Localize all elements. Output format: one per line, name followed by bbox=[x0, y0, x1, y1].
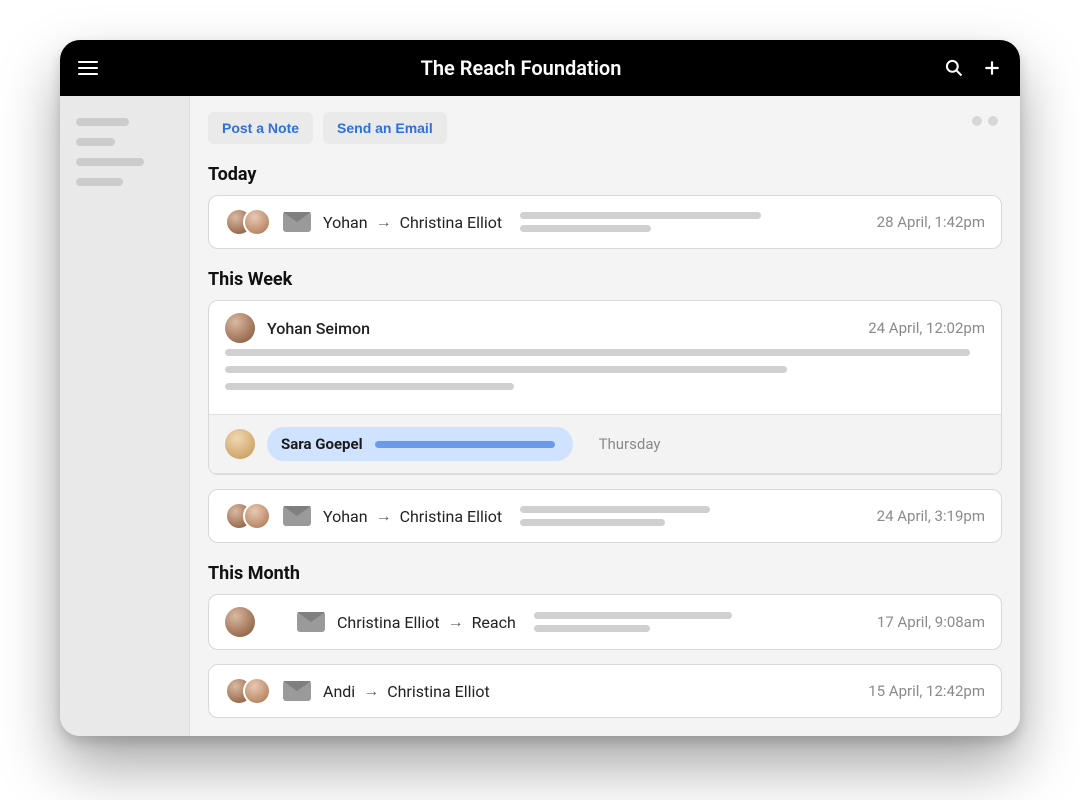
arrow-icon: → bbox=[376, 506, 392, 526]
note-author: Yohan Seimon bbox=[267, 319, 370, 338]
menu-icon[interactable] bbox=[76, 56, 100, 80]
avatar bbox=[225, 208, 271, 236]
search-icon[interactable] bbox=[942, 56, 966, 80]
feed-card[interactable]: Christina Elliot → Reach 17 April, 9:08a… bbox=[208, 594, 1002, 650]
arrow-icon: → bbox=[448, 612, 464, 632]
email-to: Christina Elliot bbox=[400, 507, 503, 526]
email-from: Yohan bbox=[323, 507, 368, 526]
email-to: Christina Elliot bbox=[387, 682, 490, 701]
post-note-button[interactable]: Post a Note bbox=[208, 112, 313, 144]
section-header-today: Today bbox=[208, 164, 1002, 185]
timestamp: 15 April, 12:42pm bbox=[868, 682, 985, 700]
app-window: The Reach Foundation Post a Note Send an… bbox=[60, 40, 1020, 736]
avatar bbox=[225, 607, 255, 637]
email-icon bbox=[283, 506, 311, 526]
timestamp: Thursday bbox=[599, 435, 661, 453]
email-to: Reach bbox=[472, 613, 516, 632]
avatar bbox=[225, 677, 271, 705]
note-body bbox=[209, 349, 1001, 414]
email-icon bbox=[283, 212, 311, 232]
avatar bbox=[225, 502, 271, 530]
email-from: Yohan bbox=[323, 213, 368, 232]
section-header-month: This Month bbox=[208, 563, 1002, 584]
activity-feed: Post a Note Send an Email Today Yohan → … bbox=[190, 96, 1020, 736]
feed-card[interactable]: Yohan → Christina Elliot 28 April, 1:42p… bbox=[208, 195, 1002, 249]
add-icon[interactable] bbox=[980, 56, 1004, 80]
section-header-week: This Week bbox=[208, 269, 1002, 290]
arrow-icon: → bbox=[363, 681, 379, 701]
feed-card[interactable]: Yohan Seimon 24 April, 12:02pm Sara Goep… bbox=[208, 300, 1002, 475]
email-to: Christina Elliot bbox=[400, 213, 503, 232]
email-from: Christina Elliot bbox=[337, 613, 440, 632]
timestamp: 17 April, 9:08am bbox=[877, 613, 985, 631]
timestamp: 24 April, 12:02pm bbox=[868, 319, 985, 337]
email-preview bbox=[520, 212, 865, 232]
avatar bbox=[225, 313, 255, 343]
more-icon[interactable] bbox=[972, 116, 998, 126]
timestamp: 28 April, 1:42pm bbox=[877, 213, 985, 231]
email-preview bbox=[534, 612, 865, 632]
email-icon bbox=[283, 681, 311, 701]
avatar bbox=[225, 429, 255, 459]
feed-card[interactable]: Andi → Christina Elliot 15 April, 12:42p… bbox=[208, 664, 1002, 718]
email-icon bbox=[297, 612, 325, 632]
sidebar bbox=[60, 96, 190, 736]
timestamp: 24 April, 3:19pm bbox=[877, 507, 985, 525]
reply-author: Sara Goepel bbox=[281, 435, 363, 453]
note-reply[interactable]: Sara Goepel Thursday bbox=[209, 414, 1001, 474]
feed-card[interactable]: Yohan → Christina Elliot 24 April, 3:19p… bbox=[208, 489, 1002, 543]
send-email-button[interactable]: Send an Email bbox=[323, 112, 447, 144]
arrow-icon: → bbox=[376, 212, 392, 232]
email-preview bbox=[520, 506, 865, 526]
email-from: Andi bbox=[323, 682, 355, 701]
topbar: The Reach Foundation bbox=[60, 40, 1020, 96]
page-title: The Reach Foundation bbox=[421, 56, 622, 80]
reply-preview bbox=[375, 441, 555, 448]
